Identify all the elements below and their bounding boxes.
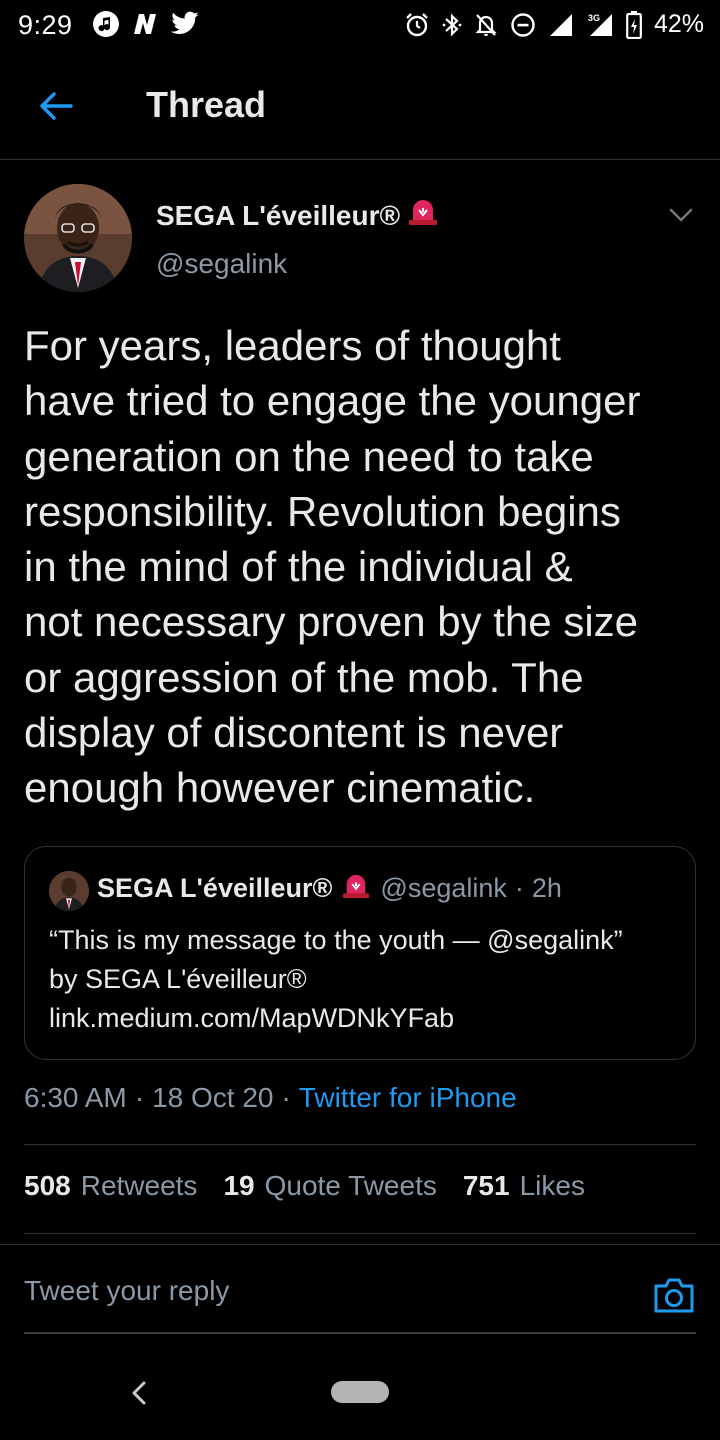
svg-text:3G: 3G	[588, 13, 600, 23]
tweet-text: For years, leaders of thought have tried…	[24, 318, 696, 816]
quoted-tweet-card[interactable]: SEGA L'éveilleur® @segalink · 2h “This i…	[24, 846, 696, 1060]
quote-body-line: “This is my message to the youth — @sega…	[49, 925, 623, 955]
author-name-row[interactable]: SEGA L'éveilleur®	[156, 198, 440, 233]
meta-separator: ·	[281, 1082, 291, 1113]
quote-tweets-count: 19	[223, 1170, 255, 1201]
tweet-time: 6:30 AM	[24, 1082, 127, 1113]
page-title: Thread	[146, 84, 267, 125]
tweet-author: SEGA L'éveilleur® @segalink	[24, 184, 696, 294]
twitter-bird-icon	[170, 11, 200, 37]
tweet-stats: 508 Retweets 19 Quote Tweets 751 Likes	[24, 1170, 585, 1202]
meta-separator: ·	[134, 1082, 145, 1113]
quote-separator: ·	[514, 873, 524, 903]
dnd-icon	[510, 12, 536, 38]
likes-count: 751	[462, 1170, 510, 1201]
quote-avatar	[49, 871, 89, 911]
quote-header: SEGA L'éveilleur® @segalink · 2h	[97, 873, 562, 904]
tweet-text-line: generation on the need to take	[24, 432, 594, 480]
tweet-text-line: or aggression of the mob. The	[24, 653, 584, 701]
quote-tweets-stat[interactable]: 19 Quote Tweets	[223, 1170, 436, 1202]
tweet-text-line: display of discontent is never	[24, 709, 564, 757]
back-button[interactable]	[34, 84, 78, 128]
camera-icon	[654, 1278, 694, 1313]
battery-percent: 42%	[653, 10, 704, 38]
retweets-count: 508	[24, 1170, 71, 1201]
chevron-left-icon	[132, 1381, 146, 1405]
retweets-label: Retweets	[80, 1170, 198, 1201]
siren-icon	[340, 873, 372, 904]
signal-icon	[548, 12, 574, 38]
quote-author-handle: @segalink	[380, 873, 507, 903]
arrow-left-icon	[40, 92, 73, 120]
reply-bar	[0, 1244, 720, 1334]
system-icons: 3G 42%	[404, 10, 704, 39]
signal-3g-icon: 3G	[586, 12, 614, 38]
tweet-text-line: For years, leaders of thought	[24, 322, 561, 369]
quote-timestamp: 2h	[531, 873, 562, 903]
tweet-meta: 6:30 AM · 18 Oct 20 · Twitter for iPhone	[24, 1082, 517, 1114]
quote-tweets-label: Quote Tweets	[264, 1170, 437, 1201]
bluetooth-icon	[442, 12, 462, 38]
status-time: 9:29	[18, 10, 73, 40]
quote-link[interactable]: link.medium.com/MapWDNkYFab	[49, 999, 679, 1038]
android-back-button[interactable]	[126, 1378, 152, 1408]
tweet-text-line: have tried to engage the younger	[24, 377, 641, 425]
tweet-date: 18 Oct 20	[152, 1082, 274, 1113]
chevron-down-icon	[669, 208, 693, 222]
notification-icons	[92, 10, 200, 38]
siren-icon	[406, 198, 440, 233]
quote-author-name: SEGA L'éveilleur®	[97, 873, 333, 903]
news-icon	[130, 10, 160, 38]
music-note-icon	[92, 10, 120, 38]
tweet-text-line: enough however cinematic.	[24, 764, 536, 812]
likes-stat[interactable]: 751 Likes	[463, 1170, 585, 1202]
tweet-text-line: in the mind of the individual &	[24, 543, 573, 591]
likes-label: Likes	[519, 1170, 585, 1201]
divider	[24, 1233, 696, 1234]
camera-button[interactable]	[652, 1273, 696, 1317]
quote-body-line: by SEGA L'éveilleur®	[49, 964, 307, 994]
author-name: SEGA L'éveilleur®	[156, 199, 401, 231]
tweet-text-line: responsibility. Revolution begins	[24, 487, 621, 535]
android-navigation-bar	[0, 1350, 720, 1440]
top-nav-bar: Thread	[0, 60, 720, 160]
author-handle: @segalink	[156, 248, 288, 279]
status-bar: 9:29 3G 42%	[0, 0, 720, 50]
android-home-pill[interactable]	[331, 1381, 389, 1403]
mute-icon	[474, 12, 498, 38]
reply-input[interactable]	[24, 1275, 624, 1307]
tweet-source-link[interactable]: Twitter for iPhone	[299, 1082, 517, 1114]
battery-icon	[626, 10, 642, 39]
quote-body: “This is my message to the youth — @sega…	[49, 921, 679, 1038]
avatar[interactable]	[24, 184, 132, 292]
divider	[24, 1144, 696, 1145]
tweet-text-line: not necessary proven by the size	[24, 598, 639, 646]
reply-underline	[24, 1332, 696, 1334]
alarm-icon	[404, 12, 430, 38]
more-options-button[interactable]	[666, 200, 696, 230]
retweets-stat[interactable]: 508 Retweets	[24, 1170, 197, 1202]
